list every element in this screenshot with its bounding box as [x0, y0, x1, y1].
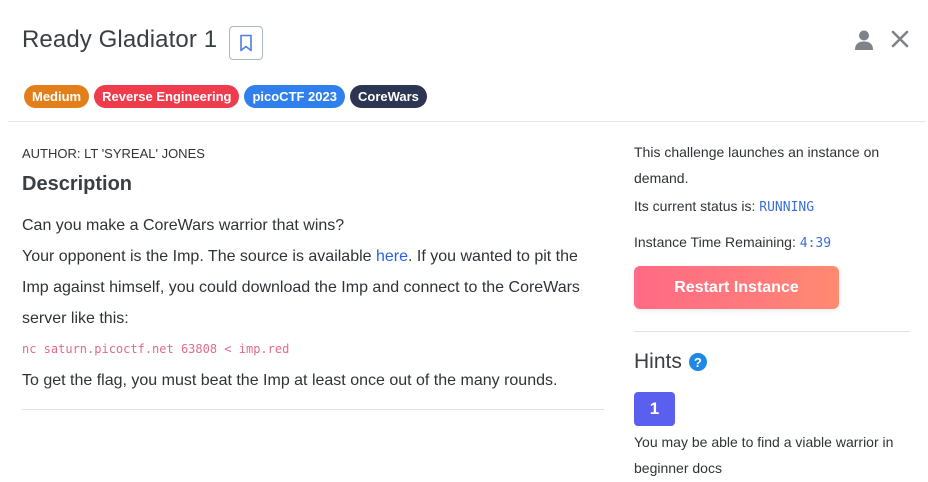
description-body: Can you make a CoreWars warrior that win…	[22, 210, 604, 396]
instance-status: Its current status is: RUNNING	[634, 193, 814, 221]
restart-instance-button[interactable]: Restart Instance	[634, 266, 839, 309]
description-heading: Description	[22, 173, 133, 195]
tag-difficulty[interactable]: Medium	[24, 85, 90, 108]
source-link[interactable]: here	[376, 248, 408, 265]
hints-heading: Hints ?	[634, 350, 707, 374]
time-label: Instance Time Remaining:	[634, 234, 800, 250]
author-line: AUTHOR: LT 'SYREAL' JONES	[22, 146, 205, 161]
command-snippet: nc saturn.picoctf.net 63808 < imp.red	[22, 342, 290, 356]
bookmark-icon	[240, 34, 252, 52]
tag-event[interactable]: picoCTF 2023	[244, 85, 345, 108]
help-icon[interactable]: ?	[688, 353, 707, 371]
instance-timer: Instance Time Remaining: 4:39	[634, 229, 831, 257]
user-icon[interactable]	[853, 29, 875, 51]
description-text: Your opponent is the Imp. The source is …	[22, 248, 376, 265]
header-divider	[8, 121, 926, 122]
instance-launch-text: This challenge launches an instance on d…	[634, 144, 880, 186]
description-line: Can you make a CoreWars warrior that win…	[22, 217, 345, 234]
hint-1-text: You may be able to find a viable warrior…	[634, 434, 894, 476]
status-label: Its current status is:	[634, 198, 760, 214]
close-icon[interactable]	[890, 29, 910, 49]
tag-list: Medium Reverse Engineering picoCTF 2023 …	[24, 85, 427, 108]
bookmark-button[interactable]	[229, 26, 263, 60]
tag-topic[interactable]: CoreWars	[349, 85, 427, 108]
challenge-header: Ready Gladiator 1 Medium Reverse Enginee…	[0, 0, 928, 122]
status-value: RUNNING	[759, 200, 815, 215]
tag-category[interactable]: Reverse Engineering	[94, 85, 240, 108]
description-divider	[22, 409, 604, 410]
time-value: 4:39	[799, 236, 832, 251]
page-title: Ready Gladiator 1	[22, 26, 218, 53]
hints-title: Hints	[634, 350, 682, 373]
hints-divider	[634, 331, 910, 332]
hint-1-button[interactable]: 1	[634, 392, 675, 426]
description-line: To get the flag, you must beat the Imp a…	[22, 372, 558, 389]
